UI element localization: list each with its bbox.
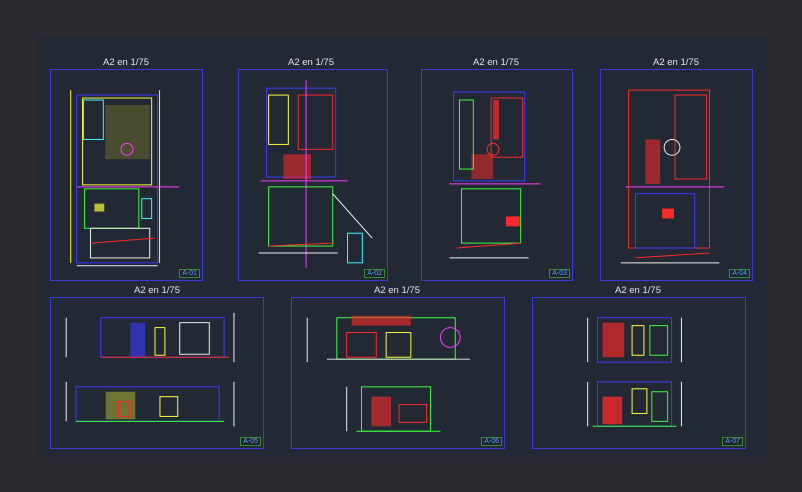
floor-plan-drawing — [258, 80, 373, 268]
sheet-title-a02: A2 en 1/75 — [288, 57, 334, 68]
sheet-title-a04: A2 en 1/75 — [653, 57, 699, 68]
elevation-drawing — [306, 315, 471, 432]
sheet-a03[interactable]: A-03 — [421, 69, 573, 281]
sheet-a02[interactable]: A-02 — [238, 69, 388, 281]
sheet-a06[interactable]: A-06 — [291, 297, 505, 449]
sheet-code-a02: A-02 — [364, 269, 385, 278]
sheet-title-a01: A2 en 1/75 — [103, 57, 149, 68]
sheet-code-a01: A-01 — [179, 269, 200, 278]
floor-plan-drawing — [620, 89, 725, 264]
floor-plan-drawing — [449, 91, 541, 259]
sheet-code-a04: A-04 — [729, 269, 750, 278]
sheet-title-a03: A2 en 1/75 — [473, 57, 519, 68]
elevation-drawing — [587, 317, 682, 427]
sheet-a01[interactable]: A-01 — [50, 69, 203, 281]
sheet-code-a03: A-03 — [549, 269, 570, 278]
sheet-title-a07: A2 en 1/75 — [615, 285, 661, 296]
sheet-a05[interactable]: A-05 — [50, 297, 264, 449]
elevation-drawing — [65, 312, 235, 427]
sheet-code-a06: A-06 — [481, 437, 502, 446]
sheet-a04[interactable]: A-04 — [600, 69, 753, 281]
sheet-title-a06: A2 en 1/75 — [374, 285, 420, 296]
sheet-code-a05: A-05 — [240, 437, 261, 446]
sheet-title-a05: A2 en 1/75 — [134, 285, 180, 296]
sheet-code-a07: A-07 — [722, 437, 743, 446]
sheet-a07[interactable]: A-07 — [532, 297, 746, 449]
floor-plan-drawing — [70, 90, 180, 267]
